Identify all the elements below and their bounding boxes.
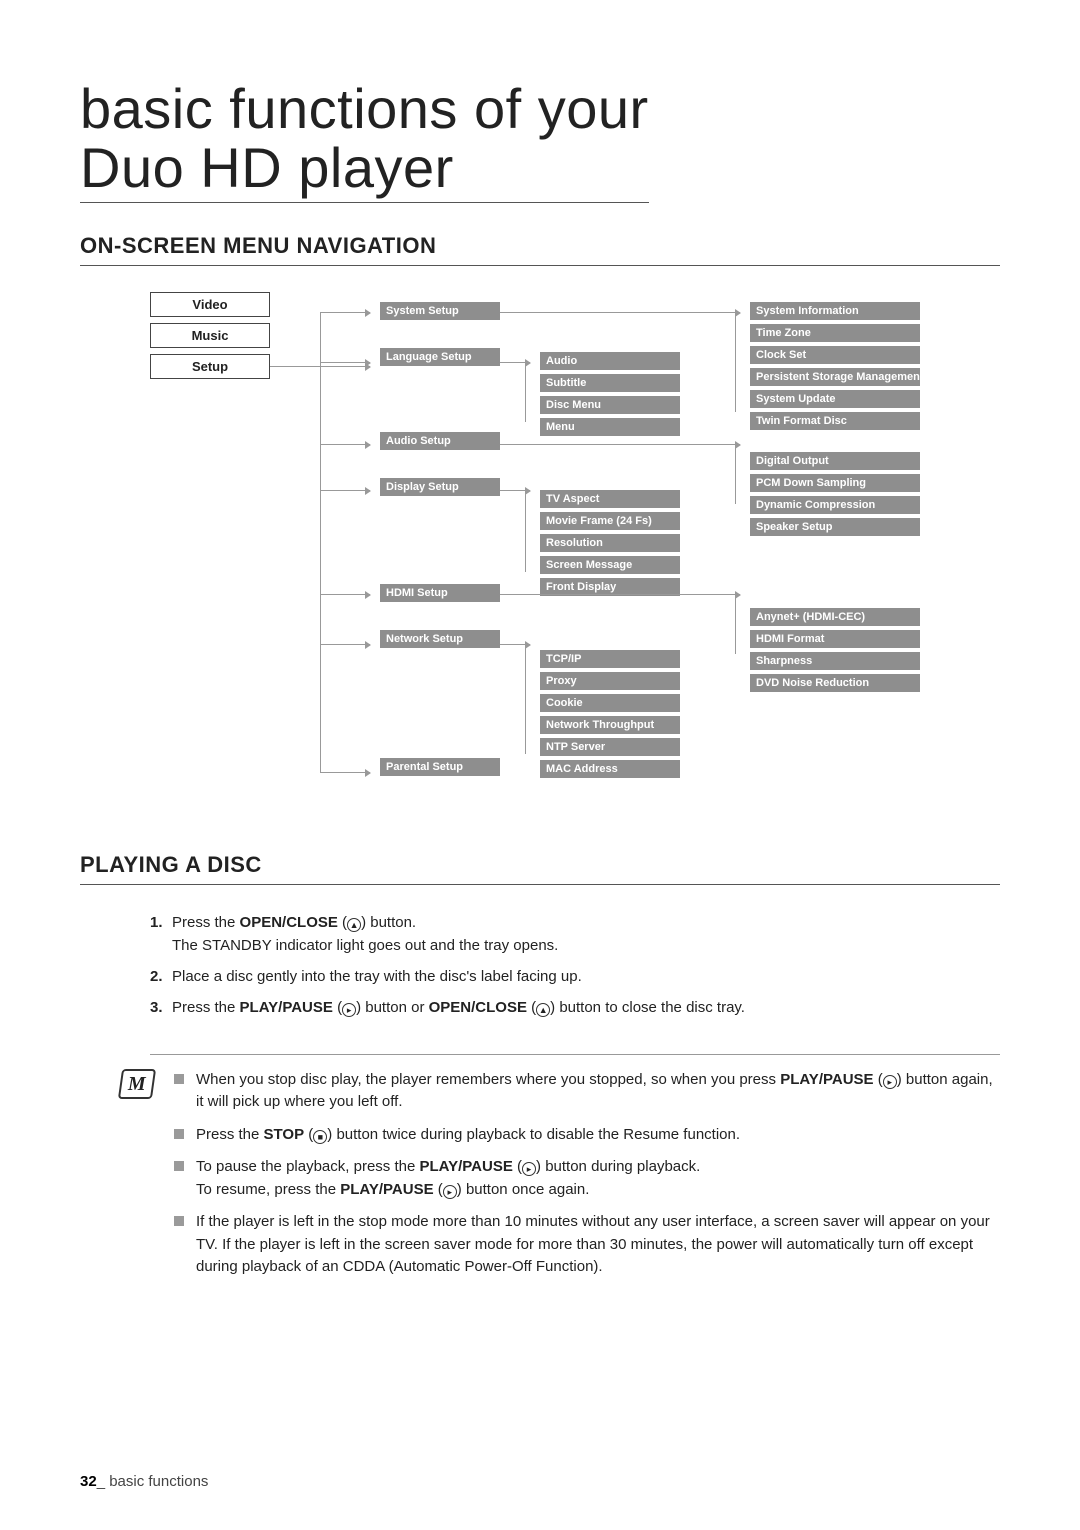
node-twin-format: Twin Format Disc xyxy=(750,412,920,430)
node-sharpness: Sharpness xyxy=(750,652,920,670)
node-audio: Audio xyxy=(540,352,680,370)
node-tv-aspect: TV Aspect xyxy=(540,490,680,508)
connector xyxy=(320,312,321,772)
node-audio-setup: Audio Setup xyxy=(380,432,500,450)
node-system-update: System Update xyxy=(750,390,920,408)
section-heading-disc: PLAYING A DISC xyxy=(80,852,1000,885)
connector xyxy=(500,444,740,445)
note-list: When you stop disc play, the player reme… xyxy=(174,1069,1000,1289)
playpause-icon: ▸ xyxy=(342,1003,356,1017)
node-system-info: System Information xyxy=(750,302,920,320)
page-number: 32 xyxy=(80,1473,97,1490)
node-speaker-setup: Speaker Setup xyxy=(750,518,920,536)
footer-label: basic functions xyxy=(109,1473,208,1490)
connector xyxy=(735,594,736,654)
connector xyxy=(320,490,370,491)
note-divider xyxy=(150,1054,1000,1055)
bullet-icon xyxy=(174,1216,184,1226)
note-item: When you stop disc play, the player reme… xyxy=(174,1069,1000,1114)
page-footer: 32_ basic functions xyxy=(80,1473,208,1490)
connector xyxy=(525,362,526,422)
node-anynet: Anynet+ (HDMI-CEC) xyxy=(750,608,920,626)
node-time-zone: Time Zone xyxy=(750,324,920,342)
note-block: M When you stop disc play, the player re… xyxy=(120,1054,1000,1289)
page-title-block: basic functions of your Duo HD player xyxy=(80,80,1000,203)
node-mac-address: MAC Address xyxy=(540,760,680,778)
node-hdmi-format: HDMI Format xyxy=(750,630,920,648)
connector xyxy=(320,594,370,595)
root-column: Video Music Setup xyxy=(150,292,270,385)
title-line-2: Duo HD player xyxy=(80,136,454,199)
bullet-icon xyxy=(174,1129,184,1139)
node-pcm-down: PCM Down Sampling xyxy=(750,474,920,492)
connector xyxy=(320,772,370,773)
node-movie-frame: Movie Frame (24 Fs) xyxy=(540,512,680,530)
node-dyn-comp: Dynamic Compression xyxy=(750,496,920,514)
connector xyxy=(320,362,370,363)
node-network-setup: Network Setup xyxy=(380,630,500,648)
level3-column: Audio Subtitle Disc Menu Menu TV Aspect … xyxy=(540,352,680,782)
level2-column: System Setup Language Setup Audio Setup … xyxy=(380,302,500,780)
node-resolution: Resolution xyxy=(540,534,680,552)
node-parental-setup: Parental Setup xyxy=(380,758,500,776)
node-proxy: Proxy xyxy=(540,672,680,690)
connector xyxy=(525,490,526,572)
playpause-icon: ▸ xyxy=(522,1162,536,1176)
node-menu: Menu xyxy=(540,418,680,436)
eject-icon: ▲ xyxy=(347,918,361,932)
node-dvd-noise: DVD Noise Reduction xyxy=(750,674,920,692)
section-heading-nav: ON-SCREEN MENU NAVIGATION xyxy=(80,233,1000,266)
bullet-icon xyxy=(174,1161,184,1171)
connector xyxy=(320,644,370,645)
page-title: basic functions of your Duo HD player xyxy=(80,80,649,203)
node-subtitle: Subtitle xyxy=(540,374,680,392)
node-screen-message: Screen Message xyxy=(540,556,680,574)
note-item: To pause the playback, press the PLAY/PA… xyxy=(174,1156,1000,1201)
connector xyxy=(525,644,526,754)
eject-icon: ▲ xyxy=(536,1003,550,1017)
note-icon: M xyxy=(118,1069,156,1099)
menu-tree-diagram: Video Music Setup System Setup Language … xyxy=(150,292,1000,822)
step-3: 3. Press the PLAY/PAUSE (▸) button or OP… xyxy=(150,996,1000,1019)
node-clock-set: Clock Set xyxy=(750,346,920,364)
note-item: If the player is left in the stop mode m… xyxy=(174,1211,1000,1279)
connector xyxy=(500,594,740,595)
step-list: 1. Press the OPEN/CLOSE (▲) button. The … xyxy=(150,911,1000,1020)
node-digital-output: Digital Output xyxy=(750,452,920,470)
step-1: 1. Press the OPEN/CLOSE (▲) button. The … xyxy=(150,911,1000,958)
node-hdmi-setup: HDMI Setup xyxy=(380,584,500,602)
node-disc-menu: Disc Menu xyxy=(540,396,680,414)
connector xyxy=(320,312,370,313)
node-tcpip: TCP/IP xyxy=(540,650,680,668)
node-ntp-server: NTP Server xyxy=(540,738,680,756)
node-system-setup: System Setup xyxy=(380,302,500,320)
connector xyxy=(735,312,736,412)
node-display-setup: Display Setup xyxy=(380,478,500,496)
root-video: Video xyxy=(150,292,270,317)
node-throughput: Network Throughput xyxy=(540,716,680,734)
level4-column: System Information Time Zone Clock Set P… xyxy=(750,302,920,696)
connector xyxy=(735,444,736,504)
step-2: 2. Place a disc gently into the tray wit… xyxy=(150,965,1000,988)
root-setup: Setup xyxy=(150,354,270,379)
note-item: Press the STOP (■) button twice during p… xyxy=(174,1124,1000,1147)
bullet-icon xyxy=(174,1074,184,1084)
title-line-1: basic functions of your xyxy=(80,77,649,140)
root-music: Music xyxy=(150,323,270,348)
node-storage-mgmt: Persistent Storage Management xyxy=(750,368,920,386)
stop-icon: ■ xyxy=(313,1130,327,1144)
connector xyxy=(500,312,740,313)
playpause-icon: ▸ xyxy=(883,1075,897,1089)
playpause-icon: ▸ xyxy=(443,1185,457,1199)
node-cookie: Cookie xyxy=(540,694,680,712)
connector xyxy=(320,444,370,445)
node-language-setup: Language Setup xyxy=(380,348,500,366)
